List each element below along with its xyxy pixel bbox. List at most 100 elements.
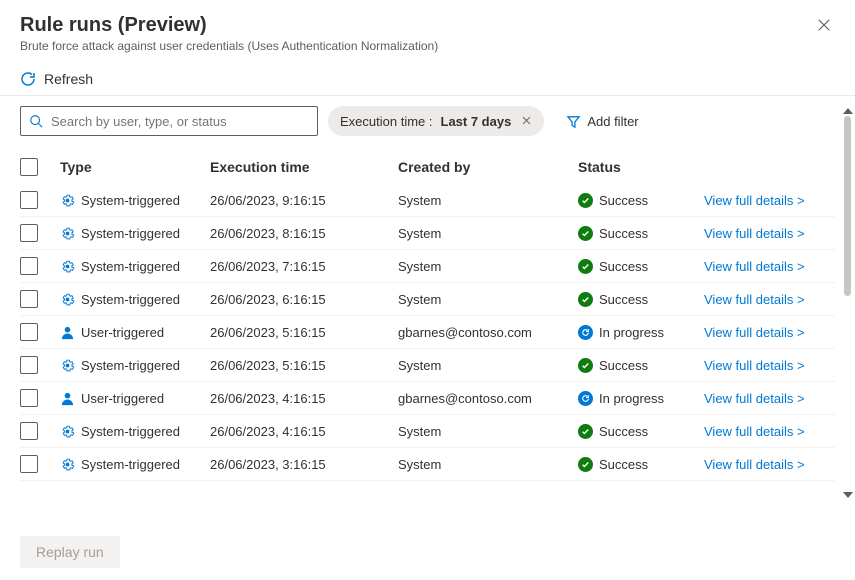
view-full-details-link[interactable]: View full details > [704,292,805,307]
filter-pill-label: Execution time : [340,114,433,129]
row-checkbox[interactable] [20,224,38,242]
row-created-by: System [398,292,578,307]
row-checkbox[interactable] [20,290,38,308]
row-checkbox[interactable] [20,356,38,374]
page-title: Rule runs (Preview) [20,14,438,37]
view-full-details-link[interactable]: View full details > [704,457,805,472]
row-checkbox[interactable] [20,191,38,209]
search-input[interactable] [51,114,309,129]
table-row[interactable]: User-triggered26/06/2023, 5:16:15gbarnes… [20,316,835,349]
add-filter-button[interactable]: Add filter [554,106,650,136]
close-button[interactable] [813,14,835,39]
row-status-label: Success [599,424,648,439]
row-created-by: System [398,226,578,241]
refresh-label: Refresh [44,71,93,87]
filter-icon [566,114,581,129]
row-created-by: System [398,193,578,208]
gear-icon [60,292,75,307]
user-icon [60,325,75,340]
row-type-label: System-triggered [81,193,180,208]
view-full-details-link[interactable]: View full details > [704,325,805,340]
row-execution-time: 26/06/2023, 9:16:15 [210,193,398,208]
view-full-details-link[interactable]: View full details > [704,259,805,274]
search-box[interactable] [20,106,318,136]
search-icon [29,114,43,128]
row-checkbox[interactable] [20,455,38,473]
table-row[interactable]: System-triggered26/06/2023, 6:16:15Syste… [20,283,835,316]
table-row[interactable]: System-triggered26/06/2023, 3:16:15Syste… [20,448,835,481]
row-type-label: System-triggered [81,259,180,274]
row-execution-time: 26/06/2023, 4:16:15 [210,424,398,439]
checkmark-icon [581,460,590,469]
row-status-label: Success [599,193,648,208]
row-execution-time: 26/06/2023, 7:16:15 [210,259,398,274]
row-type-label: System-triggered [81,358,180,373]
row-execution-time: 26/06/2023, 3:16:15 [210,457,398,472]
gear-icon [60,226,75,241]
refresh-icon [20,71,36,87]
progress-icon [581,328,590,337]
checkmark-icon [581,262,590,271]
table-row[interactable]: User-triggered 26/06/2023, 4:16:15gbarnes… [20,382,835,415]
row-type-label: System-triggered [81,424,180,439]
gear-icon [60,358,75,373]
replay-run-button[interactable]: Replay run [20,536,120,568]
view-full-details-link[interactable]: View full details > [704,358,805,373]
table-row[interactable]: System-triggered26/06/2023, 5:16:15Syste… [20,349,835,382]
filter-pill-dismiss[interactable] [521,114,532,129]
row-checkbox[interactable] [20,257,38,275]
scroll-up-icon[interactable] [843,108,853,114]
row-created-by: System [398,358,578,373]
select-all-checkbox[interactable] [20,158,38,176]
scroll-down-icon[interactable] [843,492,853,498]
view-full-details-link[interactable]: View full details > [704,424,805,439]
row-created-by: gbarnes@contoso.com [398,391,578,406]
row-status-label: In progress [599,325,664,340]
view-full-details-link[interactable]: View full details > [704,391,805,406]
close-icon [817,18,831,32]
table-row[interactable]: System-triggered 26/06/2023, 9:16:15Syste… [20,184,835,217]
row-status-label: Success [599,457,648,472]
filter-pill-execution-time[interactable]: Execution time : Last 7 days [328,106,544,136]
dismiss-icon [521,115,532,126]
row-execution-time: 26/06/2023, 6:16:15 [210,292,398,307]
row-checkbox[interactable] [20,323,38,341]
row-created-by: System [398,424,578,439]
table-row[interactable]: System-triggered 26/06/2023, 7:16:15Syste… [20,250,835,283]
row-status-label: Success [599,358,648,373]
refresh-button[interactable]: Refresh [20,71,93,87]
row-created-by: System [398,457,578,472]
row-status-label: Success [599,292,648,307]
row-status-label: In progress [599,391,664,406]
row-type-label: User-triggered [81,325,164,340]
column-header-execution-time[interactable]: Execution time [210,159,398,175]
column-header-created-by[interactable]: Created by [398,159,578,175]
gear-icon [60,457,75,472]
checkmark-icon [581,427,590,436]
row-checkbox[interactable] [20,389,38,407]
progress-icon [581,394,590,403]
table-header: Type Execution time Created by Status [20,150,835,184]
view-full-details-link[interactable]: View full details > [704,226,805,241]
row-created-by: System [398,259,578,274]
table-row[interactable]: System-triggered 26/06/2023, 8:16:15Syste… [20,217,835,250]
add-filter-label: Add filter [587,114,638,129]
row-execution-time: 26/06/2023, 8:16:15 [210,226,398,241]
table-row[interactable]: System-triggered 26/06/2023, 4:16:15Syste… [20,415,835,448]
scrollbar[interactable] [844,116,851,490]
user-icon [60,391,75,406]
view-full-details-link[interactable]: View full details > [704,193,805,208]
row-type-label: User-triggered [81,391,164,406]
checkmark-icon [581,229,590,238]
scroll-thumb[interactable] [844,116,851,296]
checkmark-icon [581,295,590,304]
column-header-type[interactable]: Type [60,159,210,175]
column-header-status[interactable]: Status [578,159,704,175]
row-status-label: Success [599,259,648,274]
gear-icon [60,259,75,274]
row-created-by: gbarnes@contoso.com [398,325,578,340]
checkmark-icon [581,196,590,205]
row-execution-time: 26/06/2023, 4:16:15 [210,391,398,406]
row-checkbox[interactable] [20,422,38,440]
row-type-label: System-triggered [81,226,180,241]
